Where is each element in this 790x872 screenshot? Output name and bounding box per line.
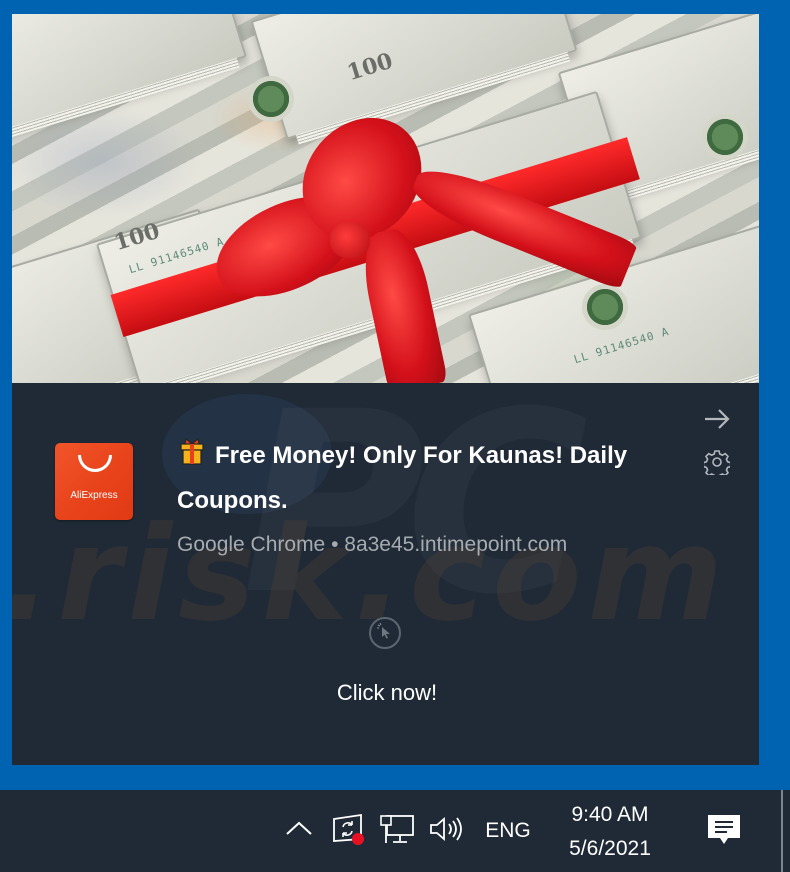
action-center-icon bbox=[707, 812, 741, 852]
chevron-up-icon bbox=[285, 820, 313, 840]
hero-seal bbox=[248, 76, 294, 122]
cursor-icon bbox=[376, 622, 394, 644]
notification-source: Google Chrome • 8a3e45.intimepoint.com bbox=[177, 533, 568, 556]
network-icon bbox=[379, 813, 415, 849]
smile-icon bbox=[78, 455, 112, 472]
app-logo-label: AliExpress bbox=[70, 490, 118, 501]
hero-seal bbox=[582, 284, 628, 330]
click-now-button[interactable]: Click now! bbox=[272, 680, 502, 706]
taskbar: ENG 9:40 AM 5/6/2021 bbox=[0, 790, 790, 872]
gift-icon bbox=[177, 436, 207, 480]
settings-button[interactable] bbox=[702, 449, 732, 479]
language-indicator[interactable]: ENG bbox=[478, 816, 538, 846]
hero-bow-knot bbox=[330, 222, 370, 258]
show-desktop-divider[interactable] bbox=[781, 790, 783, 872]
aliexpress-logo: AliExpress bbox=[55, 443, 133, 520]
sync-alert-icon bbox=[331, 811, 367, 851]
notification-title-text: Free Money! Only For Kaunas! Daily Coupo… bbox=[177, 442, 628, 514]
clock-time: 9:40 AM bbox=[571, 803, 649, 826]
dismiss-button[interactable] bbox=[702, 406, 732, 436]
click-hint bbox=[369, 617, 401, 649]
clock-date: 5/6/2021 bbox=[569, 837, 651, 860]
sync-status-button[interactable] bbox=[330, 812, 368, 850]
show-hidden-icons-button[interactable] bbox=[283, 814, 315, 846]
hero-seal bbox=[702, 114, 748, 160]
gear-icon bbox=[702, 449, 732, 479]
notification-title: Free Money! Only For Kaunas! Daily Coupo… bbox=[177, 435, 677, 522]
volume-button[interactable] bbox=[426, 812, 466, 850]
arrow-right-icon bbox=[703, 408, 731, 434]
volume-icon bbox=[428, 815, 464, 847]
hero-bill bbox=[12, 14, 247, 135]
action-center-button[interactable] bbox=[700, 812, 748, 852]
network-button[interactable] bbox=[378, 812, 416, 850]
clock[interactable]: 9:40 AM 5/6/2021 bbox=[550, 796, 670, 868]
notification-toast[interactable]: 100 100 LL 91146540 A LL 91146540 A PC .… bbox=[12, 14, 759, 765]
hero-image[interactable]: 100 100 LL 91146540 A LL 91146540 A bbox=[12, 14, 759, 383]
